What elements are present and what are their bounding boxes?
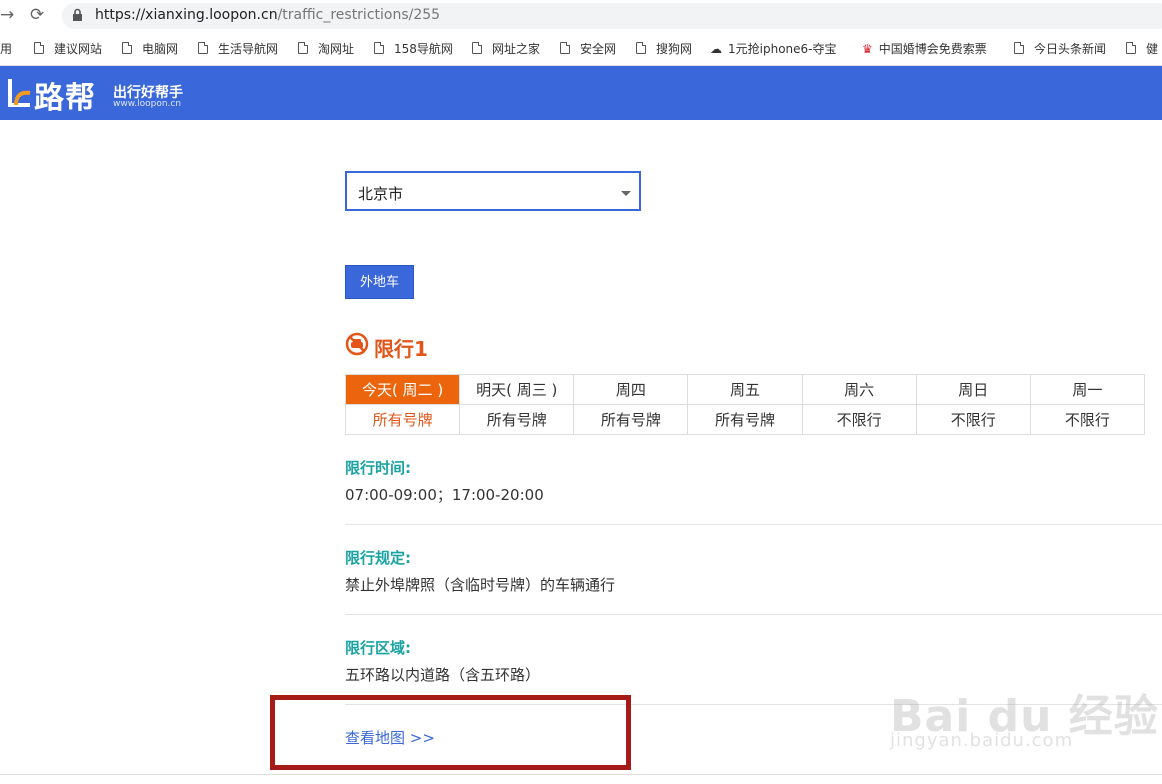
page-icon [122, 42, 132, 54]
no-car-icon [345, 332, 369, 356]
day-header-row: 今天( 周二 ) 明天( 周三 ) 周四 周五 周六 周日 周一 [344, 374, 1146, 405]
page-icon [198, 42, 208, 54]
bookmark-item[interactable]: 网址之家 [472, 40, 540, 57]
city-select[interactable]: 北京市 [345, 171, 641, 211]
chevron-down-icon [621, 191, 631, 196]
bookmark-item[interactable]: 建议网站 [34, 40, 102, 57]
day-tab[interactable]: 周日 [915, 374, 1031, 405]
page-icon [472, 42, 482, 54]
day-tab-today[interactable]: 今天( 周二 ) [344, 374, 461, 405]
crown-icon: ♛ [862, 42, 873, 56]
bookmark-item[interactable]: 今日头条新闻 [1014, 40, 1106, 57]
day-value: 所有号牌 [573, 404, 689, 435]
page-icon [1014, 42, 1024, 54]
bookmark-item[interactable]: ☁ 1元抢iphone6-夺宝 [710, 40, 846, 57]
restriction-area-value: 五环路以内道路（含五环路） [345, 666, 541, 684]
highlight-box [270, 695, 631, 770]
logo-text[interactable]: 路帮 [34, 73, 96, 117]
out-of-town-car-button[interactable]: 外地车 [345, 265, 414, 299]
restriction-rule-label: 限行规定: [345, 549, 411, 567]
url-text: https://xianxing.loopon.cn/traffic_restr… [95, 7, 441, 23]
bookmark-item[interactable]: ♛ 中国婚博会免费索票 [862, 40, 987, 57]
bookmark-apps[interactable]: 应用 [0, 40, 12, 57]
day-tab[interactable]: 周一 [1029, 374, 1146, 405]
divider [345, 614, 1162, 615]
day-value: 所有号牌 [459, 404, 575, 435]
restriction-title: 限行1 [374, 337, 428, 361]
forward-arrow-icon[interactable]: → [0, 5, 14, 25]
day-value: 不限行 [801, 404, 917, 435]
logo-icon[interactable] [6, 75, 34, 111]
page-icon [560, 42, 570, 54]
day-value: 所有号牌 [687, 404, 803, 435]
day-value: 不限行 [1029, 404, 1146, 435]
cloud-icon: ☁ [710, 42, 722, 56]
bookmark-item[interactable]: 电脑网 [122, 40, 178, 57]
lock-icon [73, 8, 82, 21]
bottom-divider [0, 774, 1162, 775]
bookmark-item[interactable]: 淘网址 [298, 40, 354, 57]
browser-address-bar: → ⟳ https://xianxing.loopon.cn/traffic_r… [0, 0, 1162, 34]
day-value: 不限行 [915, 404, 1031, 435]
bookmark-item[interactable]: 搜狗网 [636, 40, 692, 57]
restriction-area-label: 限行区域: [345, 639, 411, 657]
divider [345, 524, 1162, 525]
day-tab[interactable]: 明天( 周三 ) [459, 374, 575, 405]
day-tab[interactable]: 周六 [801, 374, 917, 405]
bookmarks-bar: 应用 建议网站 电脑网 生活导航网 淘网址 158导航网 网址之家 安全网 搜狗… [0, 34, 1162, 66]
restriction-rule-value: 禁止外埠牌照（含临时号牌）的车辆通行 [345, 576, 616, 594]
restriction-schedule-table: 今天( 周二 ) 明天( 周三 ) 周四 周五 周六 周日 周一 所有号牌 所有… [344, 374, 1146, 435]
watermark-sub: jingyan.baidu.com [890, 730, 1074, 751]
day-tab[interactable]: 周五 [687, 374, 803, 405]
bookmark-item[interactable]: 158导航网 [374, 40, 453, 57]
slogan-url: www.loopon.cn [113, 99, 182, 109]
page-icon [636, 42, 646, 54]
restriction-time-value: 07:00-09:00；17:00-20:00 [345, 486, 544, 504]
city-select-value: 北京市 [358, 185, 404, 203]
day-value-today: 所有号牌 [344, 404, 461, 435]
page-icon [298, 42, 308, 54]
bookmark-item[interactable]: 安全网 [560, 40, 616, 57]
page-icon [1126, 42, 1136, 54]
bookmark-item[interactable]: 生活导航网 [198, 40, 278, 57]
day-tab[interactable]: 周四 [573, 374, 689, 405]
day-value-row: 所有号牌 所有号牌 所有号牌 所有号牌 不限行 不限行 不限行 [344, 404, 1146, 435]
page-icon [34, 42, 44, 54]
restriction-time-label: 限行时间: [345, 459, 411, 477]
bookmark-item[interactable]: 健 [1126, 40, 1158, 57]
url-box[interactable]: https://xianxing.loopon.cn/traffic_restr… [62, 3, 1162, 29]
site-header: 路帮 出行好帮手 www.loopon.cn [0, 66, 1162, 120]
reload-icon[interactable]: ⟳ [30, 5, 44, 25]
page-icon [374, 42, 384, 54]
